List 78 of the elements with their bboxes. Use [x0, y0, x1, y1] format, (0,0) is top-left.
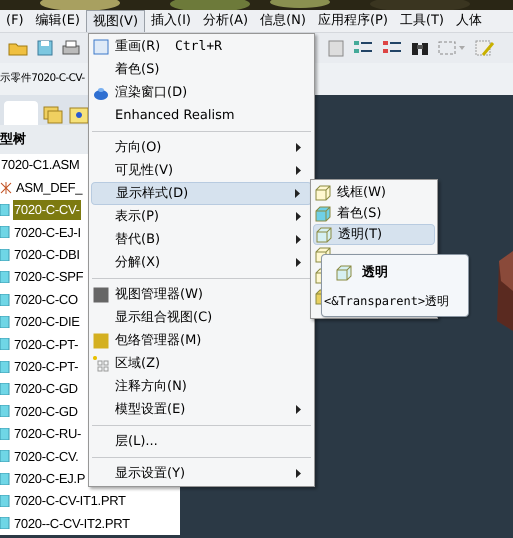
tree-item[interactable]: ASM_DEF_: [15, 178, 84, 198]
part-icon: [0, 450, 10, 462]
menu-item[interactable]: 渲染窗口(D): [91, 81, 312, 104]
tree-item[interactable]: 7020-C-EJ-I: [13, 222, 82, 242]
menu-item[interactable]: 层(L)...: [91, 430, 312, 453]
part-icon: [0, 248, 10, 261]
transparent-cube-icon: [336, 264, 352, 281]
binoculars-icon[interactable]: [411, 40, 429, 56]
menu-item[interactable]: 显示样式(D): [91, 182, 312, 205]
menu-bar-item[interactable]: 编辑(E): [30, 10, 86, 32]
menu-item[interactable]: 可见性(V): [91, 159, 312, 182]
tree-item[interactable]: 7020-C1.ASM: [0, 155, 80, 175]
part-icon: [0, 428, 10, 440]
menu-item[interactable]: 着色(S): [91, 58, 312, 81]
menu-item[interactable]: 重画(R) Ctrl+R: [91, 35, 312, 58]
menu-item[interactable]: 着色(S): [313, 203, 435, 224]
menu-bar-item[interactable]: 应用程序(P): [312, 10, 394, 32]
menu-item[interactable]: 表示(P): [91, 205, 312, 228]
part-icon: [0, 316, 10, 328]
menu-item[interactable]: 模型设置(E): [91, 398, 312, 421]
pencil-icon[interactable]: [475, 38, 495, 58]
tree-item[interactable]: 7020-C-CO: [13, 290, 79, 310]
menu-bar-item[interactable]: 工具(T): [394, 10, 450, 32]
tree-item[interactable]: 7020-C-GD: [13, 402, 79, 422]
tree-item[interactable]: 7020-C-SPF: [13, 267, 84, 287]
tree-item[interactable]: 7020-C-GD: [13, 379, 79, 399]
shortcut: Ctrl+R: [175, 38, 222, 56]
part-icon: [0, 495, 10, 508]
tree-item[interactable]: 7020-C-DIE: [13, 312, 81, 332]
menu-item[interactable]: Enhanced Realism: [91, 104, 312, 127]
tree-item[interactable]: 7020-C-EJ.P: [13, 468, 86, 488]
menu-item[interactable]: 视图管理器(W): [91, 283, 312, 306]
menu-bar-item[interactable]: 视图(V): [86, 10, 146, 32]
tree-item[interactable]: 7020-C-PT-: [13, 334, 80, 354]
part-icon: [0, 271, 10, 284]
part-icon: [0, 360, 10, 373]
tree-item[interactable]: 7020-C-DBI: [13, 245, 81, 264]
tree-item[interactable]: 7020--C-CV-IT2.PRT: [13, 514, 131, 534]
transparent-cube-icon: [316, 226, 332, 242]
tooltip-text: <&Transparent>透明: [324, 292, 450, 310]
menu-item[interactable]: 区域(Z): [91, 352, 312, 375]
printer-icon[interactable]: [62, 40, 80, 56]
grid-icon: [93, 356, 109, 372]
tree-item[interactable]: 7020-C-PT-: [13, 356, 80, 376]
box-icon: [93, 332, 109, 348]
save-icon[interactable]: [37, 40, 53, 56]
folders-icon[interactable]: [42, 105, 64, 125]
menu-item[interactable]: 线框(W): [313, 182, 435, 203]
menu-bar-item[interactable]: (F): [0, 10, 30, 32]
tree-item[interactable]: 7020-C-CV-IT1.PRT: [13, 491, 127, 511]
menu-item[interactable]: 分解(X): [91, 251, 312, 274]
menu-bar-item[interactable]: 信息(N): [254, 10, 312, 32]
selection-box-icon[interactable]: [438, 40, 466, 56]
wireframe-icon: [315, 184, 331, 200]
menu-item[interactable]: 透明(T): [313, 224, 435, 245]
part-icon: [0, 204, 10, 216]
part-icon: [0, 338, 10, 350]
tree-item[interactable]: 7020-C-CV-: [13, 200, 81, 220]
tooltip-title: 透明: [362, 264, 388, 282]
menu-item[interactable]: 替代(B): [91, 228, 312, 251]
menu-item[interactable]: 包络管理器(M): [91, 329, 312, 352]
shaded-cube-icon: [315, 206, 331, 222]
menu-item[interactable]: 显示组合视图(C): [91, 306, 312, 329]
part-icon: [0, 383, 10, 396]
menu-bar-item[interactable]: 人体: [450, 10, 488, 32]
part-icon: [0, 517, 10, 530]
datum-icon: [0, 182, 12, 194]
model-title: 示零件7020-C-CV-: [0, 71, 85, 86]
menu-item[interactable]: 注释方向(N): [91, 375, 312, 398]
menu-bar-item[interactable]: 分析(A): [197, 10, 254, 32]
tree-item[interactable]: 7020-C-RU-: [13, 424, 82, 444]
part-icon: [0, 226, 10, 238]
part-icon: [0, 472, 10, 485]
part-icon: [0, 294, 10, 306]
menu-bar-item[interactable]: 插入(I): [145, 10, 198, 32]
menu-item[interactable]: 显示设置(Y): [91, 462, 312, 485]
tree-item[interactable]: 7020-C-CV.: [13, 446, 80, 466]
part-icon: [0, 405, 10, 418]
